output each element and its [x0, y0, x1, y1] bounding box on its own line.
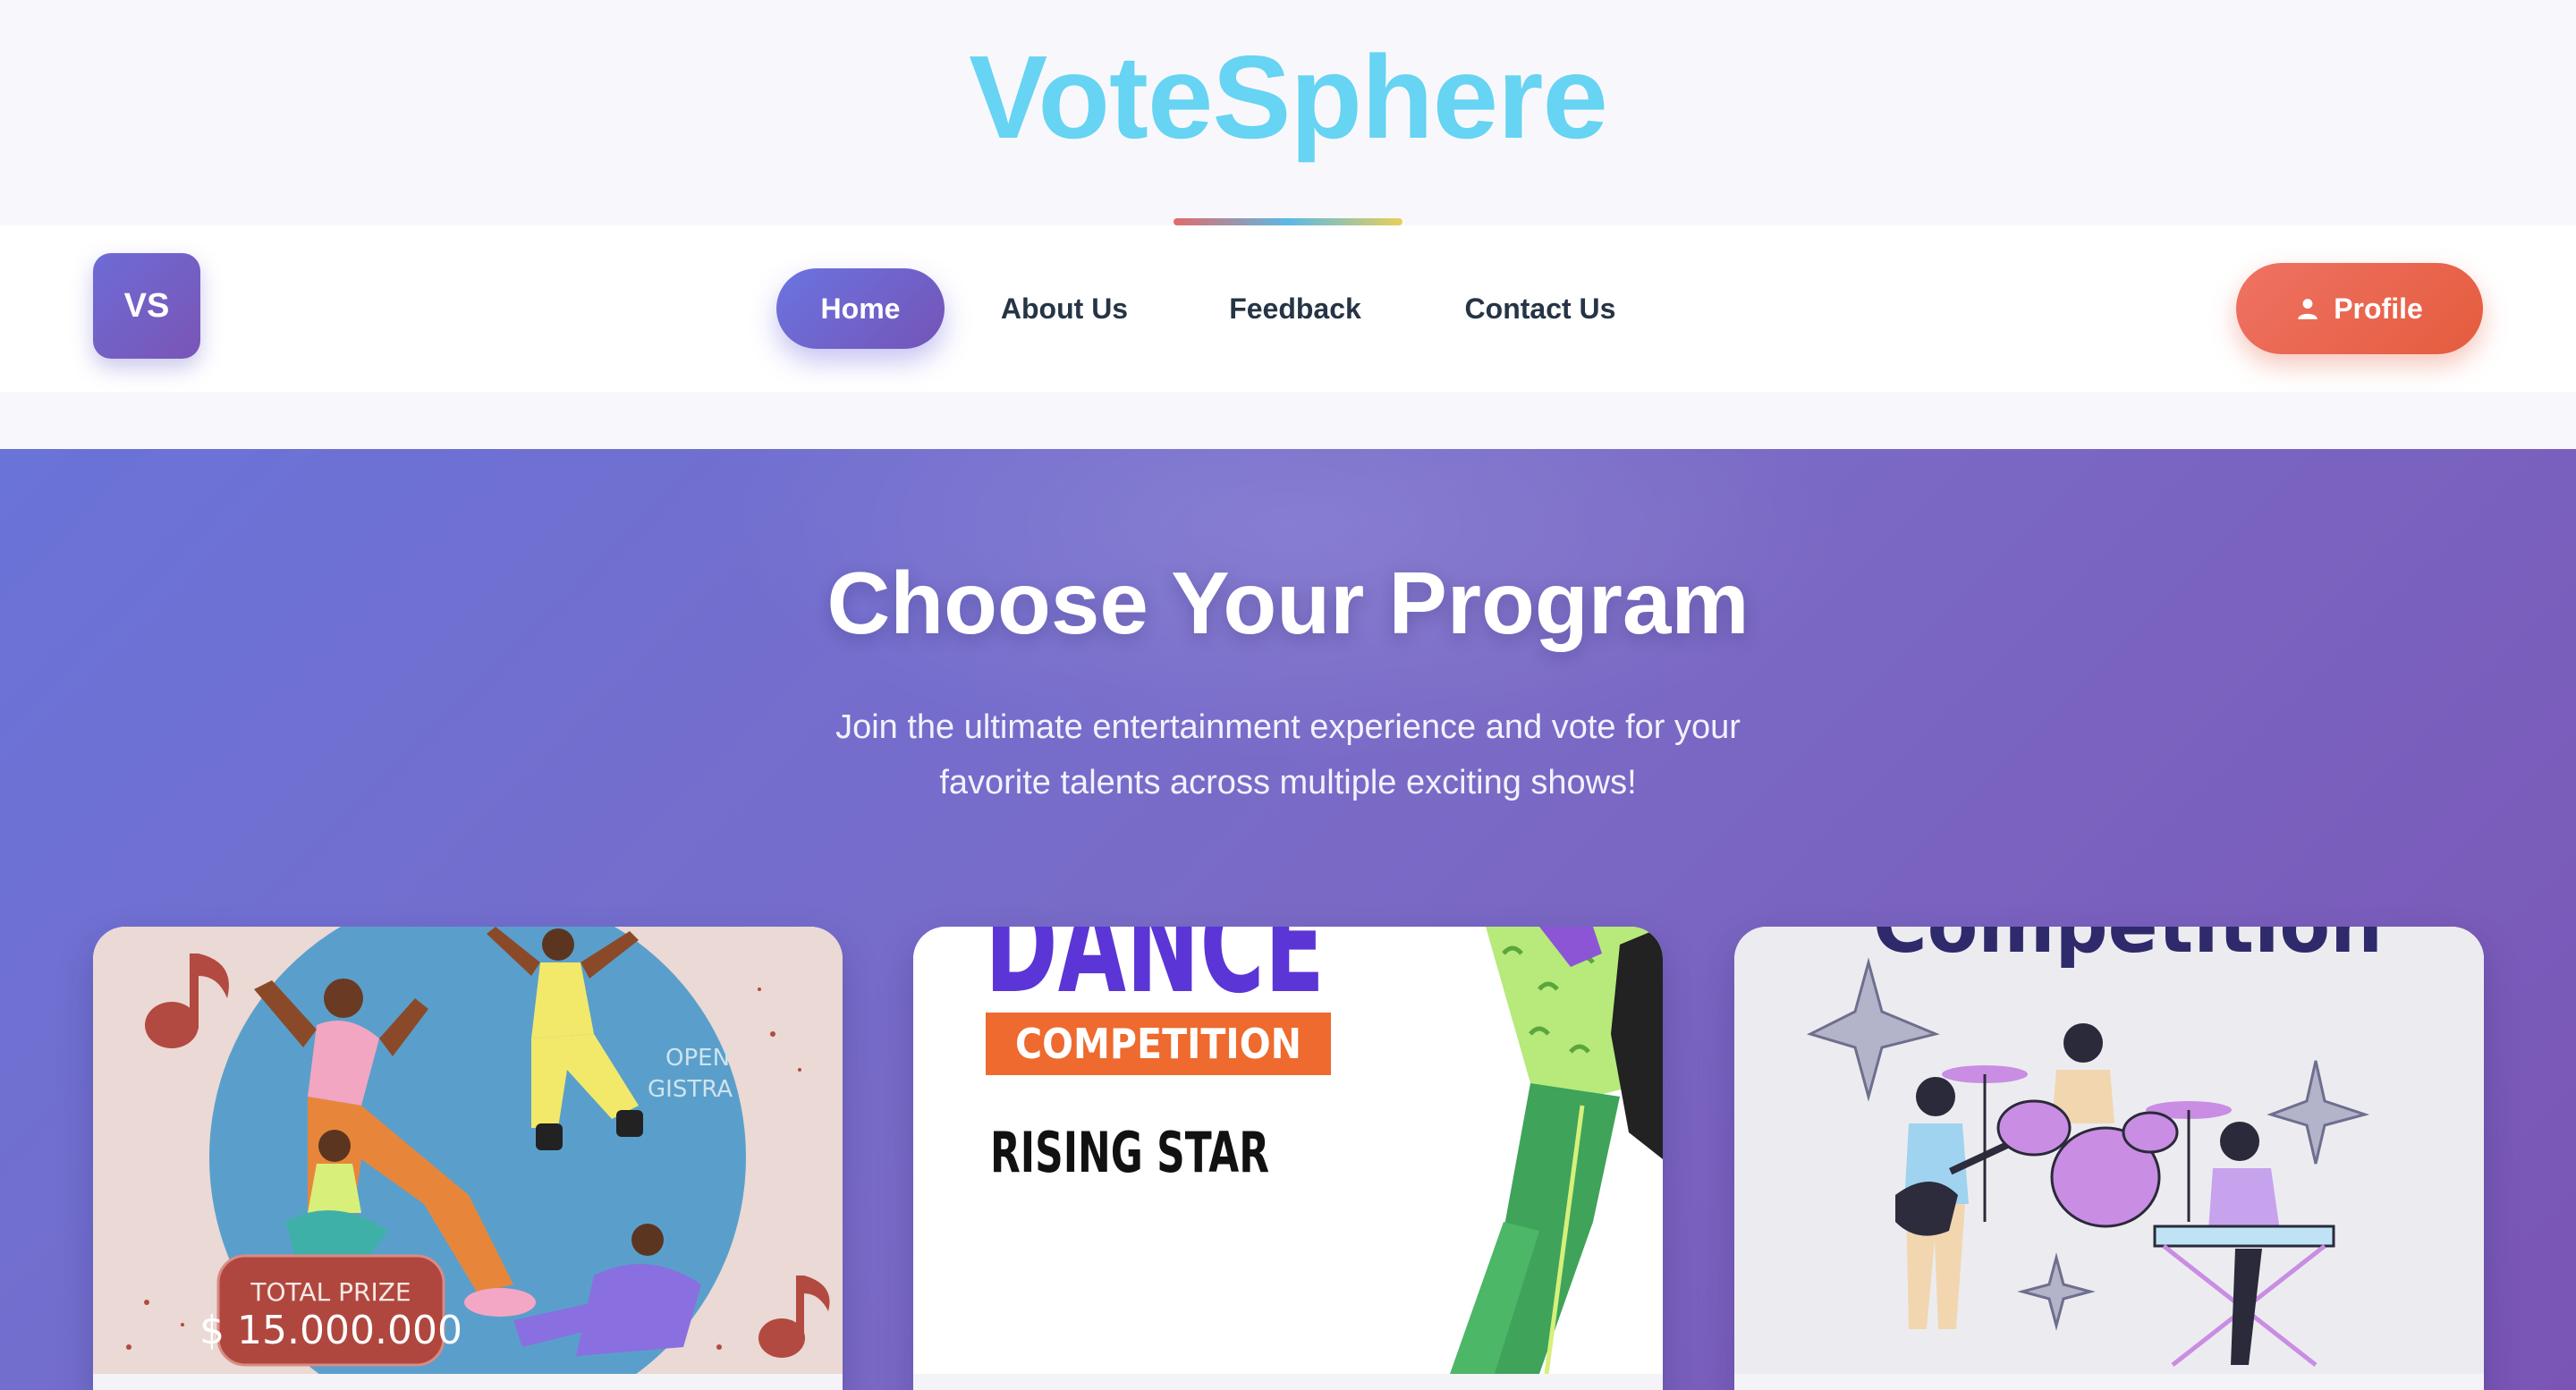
- prize-badge: TOTAL PRIZE $ 15.000.000: [199, 1254, 462, 1367]
- prize-amount: $ 15.000.000: [199, 1308, 462, 1353]
- hero-section: Choose Your Program Join the ultimate en…: [0, 449, 2576, 1390]
- program-card-2[interactable]: DANCE COMPETITION RISING STAR: [913, 927, 1663, 1390]
- program-poster-1: OPEN GISTRA TOTAL PRIZE $ 15.000.000: [93, 927, 843, 1374]
- card-footer: [93, 1374, 843, 1390]
- nav-home[interactable]: Home: [776, 268, 945, 349]
- poster-headline: DANCE: [985, 927, 1325, 1023]
- profile-label: Profile: [2334, 292, 2423, 325]
- program-poster-3: Competition: [1734, 927, 2484, 1374]
- poster-side-text: OPEN: [665, 1045, 730, 1072]
- site-title: VoteSphere: [969, 31, 1608, 163]
- hero-title: Choose Your Program: [826, 554, 1750, 652]
- title-underline: [1174, 218, 1402, 225]
- nav-about-us[interactable]: About Us: [984, 268, 1145, 349]
- hero-subtitle: Join the ultimate entertainment experien…: [751, 699, 1825, 810]
- nav-links: Home About Us Feedback Contact Us: [0, 268, 2576, 349]
- prize-label: TOTAL PRIZE: [250, 1277, 411, 1307]
- profile-button[interactable]: Profile: [2236, 263, 2483, 354]
- hero-subtitle-line-2: favorite talents across multiple excitin…: [939, 764, 1637, 801]
- nav-contact-us[interactable]: Contact Us: [1445, 268, 1635, 349]
- program-card-3[interactable]: Competition: [1734, 927, 2484, 1390]
- card-footer: [913, 1374, 1663, 1390]
- brand-header: VoteSphere: [0, 0, 2576, 225]
- card-footer: [1734, 1374, 2484, 1390]
- program-card-1[interactable]: OPEN GISTRA TOTAL PRIZE $ 15.000.000: [93, 927, 843, 1390]
- poster-headline: Competition: [1873, 927, 2383, 970]
- hero-subtitle-line-1: Join the ultimate entertainment experien…: [835, 708, 1741, 746]
- nav-feedback[interactable]: Feedback: [1209, 268, 1381, 349]
- poster-banner: COMPETITION: [1015, 1020, 1301, 1068]
- user-icon: [2298, 299, 2318, 319]
- poster-tagline: RISING STAR: [990, 1120, 1269, 1185]
- poster-side-text: GISTRA: [648, 1076, 733, 1103]
- program-poster-2: DANCE COMPETITION RISING STAR: [913, 927, 1663, 1374]
